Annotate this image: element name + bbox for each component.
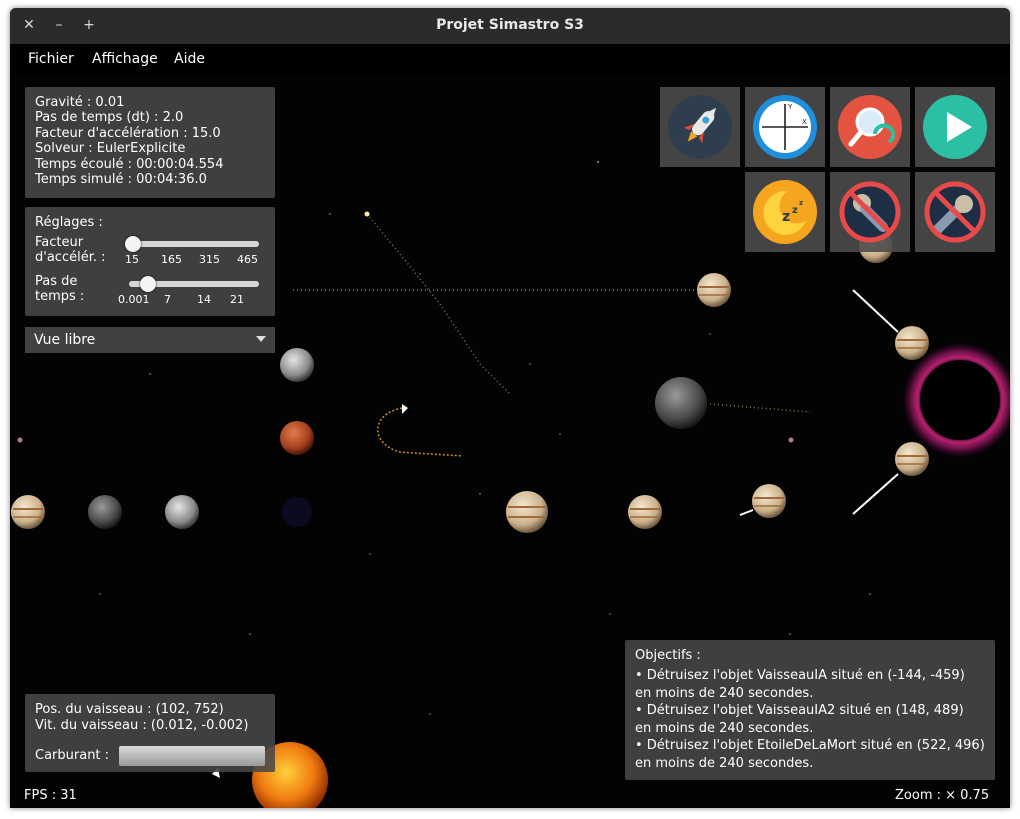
- dt-text: Pas de temps (dt) : 2.0: [35, 110, 184, 126]
- orbit-trail-3: [709, 403, 811, 413]
- no-comet-icon: [924, 181, 986, 243]
- accel-slider-thumb[interactable]: [125, 236, 141, 252]
- planet-moon-2: [165, 495, 199, 529]
- dt-tick-1: 0.001: [118, 293, 150, 306]
- zoom-reset-icon: [838, 95, 902, 159]
- ship-position-text: Pos. du vaisseau : (102, 752): [35, 702, 224, 717]
- objective-2-line-2: en moins de 240 secondes.: [635, 720, 814, 736]
- objective-3-line-1: • Détruisez l'objet EtoileDeLaMort situé…: [635, 738, 985, 753]
- objectives-title: Objectifs :: [635, 648, 701, 663]
- accel-tick-3: 315: [199, 253, 220, 266]
- view-mode-value: Vue libre: [34, 332, 96, 348]
- disable-satellites-button[interactable]: [830, 172, 910, 252]
- accel-label-line-2: d'accélér. :: [35, 250, 106, 265]
- svg-text:Y: Y: [787, 103, 793, 111]
- objective-item: • Détruisez l'objet VaisseauIA situé en …: [635, 667, 985, 772]
- zoom-level: Zoom : × 0.75: [895, 788, 990, 803]
- objective-2-line-1: • Détruisez l'objet VaisseauIA2 situé en…: [635, 703, 964, 718]
- dt-label-line-2: temps :: [35, 289, 85, 304]
- svg-text:z: z: [799, 199, 803, 207]
- menu-aide[interactable]: Aide: [174, 51, 205, 67]
- planet-moon: [280, 348, 314, 382]
- ship-trail: [377, 407, 463, 457]
- accel-tick-2: 165: [161, 253, 182, 266]
- dt-tick-2: 7: [164, 293, 171, 306]
- dt-tick-3: 14: [197, 293, 211, 306]
- chevron-down-icon: [256, 336, 266, 342]
- orbit-trail-2: [366, 213, 511, 395]
- accel-text: Facteur d'accélération : 15.0: [35, 125, 221, 141]
- disable-comets-button[interactable]: [915, 172, 995, 252]
- view-mode-select[interactable]: Vue libre: [25, 327, 275, 353]
- sleep-button[interactable]: z z z: [745, 172, 825, 252]
- dt-slider-label: Pas de temps :: [35, 274, 84, 304]
- window-title: Projet Simastro S3: [436, 17, 584, 33]
- objective-1-line-2: en moins de 240 secondes.: [635, 685, 814, 701]
- fuel-bar: [119, 746, 265, 766]
- svg-text:z: z: [782, 209, 790, 225]
- comet-trail: [852, 289, 899, 333]
- sim-info-panel: Gravité : 0.01 Pas de temps (dt) : 2.0 F…: [25, 87, 275, 198]
- settings-title: Réglages :: [35, 215, 103, 230]
- menu-bar: Fichier Affichage Aide: [10, 44, 1010, 74]
- play-button[interactable]: [915, 87, 995, 167]
- fuel-bar-fill: [119, 746, 265, 766]
- comet-trail-3: [739, 509, 754, 516]
- axes-button[interactable]: Y X: [745, 87, 825, 167]
- ship-panel: Pos. du vaisseau : (102, 752) Vit. du va…: [25, 694, 275, 772]
- rocket-icon: [668, 95, 732, 159]
- accel-label-line-1: Facteur: [35, 235, 84, 250]
- ship-velocity-text: Vit. du vaisseau : (0.012, -0.002): [35, 718, 249, 733]
- launch-rocket-button[interactable]: [660, 87, 740, 167]
- dt-tick-4: 21: [230, 293, 244, 306]
- black-hole: [902, 342, 1010, 458]
- settings-panel: Réglages : Facteur d'accélér. : 15 165 3…: [25, 207, 275, 316]
- no-satellite-icon: [839, 181, 901, 243]
- accel-tick-4: 465: [237, 253, 258, 266]
- axes-icon: Y X: [753, 95, 817, 159]
- fps-counter: FPS : 31: [24, 788, 77, 803]
- solver-text: Solveur : EulerExplicite: [35, 141, 186, 157]
- menu-fichier[interactable]: Fichier: [28, 51, 74, 67]
- menu-affichage[interactable]: Affichage: [92, 51, 158, 67]
- comet-trail-2: [852, 473, 899, 515]
- gravity-text: Gravité : 0.01: [35, 95, 125, 110]
- sleep-icon: z z z: [753, 180, 817, 244]
- objectives-panel: Objectifs : • Détruisez l'objet Vaisseau…: [625, 640, 995, 780]
- dt-slider-thumb[interactable]: [139, 276, 156, 292]
- app-window: ✕ – + Projet Simastro S3 Fichier Afficha…: [10, 8, 1010, 808]
- small-planet: [17, 437, 794, 443]
- svg-text:z: z: [792, 205, 798, 216]
- title-bar: ✕ – + Projet Simastro S3: [10, 8, 1010, 44]
- planet-cratered: [655, 377, 707, 429]
- dt-label-line-1: Pas de: [35, 274, 78, 289]
- planet-dark-1: [88, 495, 122, 529]
- simulation-view[interactable]: Gravité : 0.01 Pas de temps (dt) : 2.0 F…: [10, 74, 1010, 808]
- accel-tick-1: 15: [125, 253, 139, 266]
- fuel-label: Carburant :: [35, 748, 110, 763]
- planet-mars: [280, 421, 314, 455]
- planet-faint: [282, 497, 312, 527]
- accel-slider-label: Facteur d'accélér. :: [35, 235, 106, 265]
- accel-slider-track[interactable]: [125, 241, 259, 247]
- simulated-time-text: Temps simulé : 00:04:36.0: [35, 172, 207, 188]
- objective-3-line-2: en moins de 240 secondes.: [635, 755, 814, 771]
- elapsed-time-text: Temps écoulé : 00:00:04.554: [35, 156, 224, 172]
- zoom-reset-button[interactable]: [830, 87, 910, 167]
- comet-head: [364, 211, 370, 217]
- objective-1-line-1: • Détruisez l'objet VaisseauIA situé en …: [635, 668, 965, 683]
- play-icon: [923, 95, 987, 159]
- svg-text:X: X: [802, 118, 807, 126]
